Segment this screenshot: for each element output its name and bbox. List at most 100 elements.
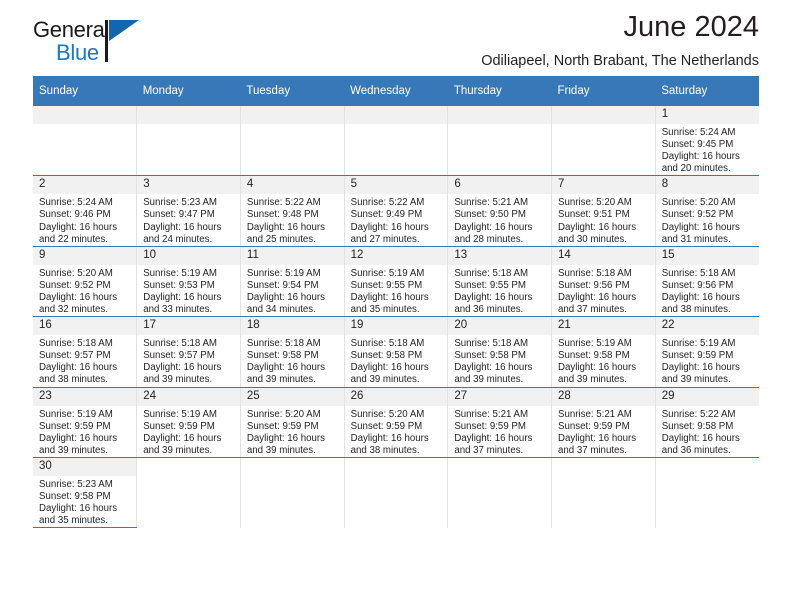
sunset-text: Sunset: 9:52 PM [39, 279, 111, 291]
daylight-text: and 24 minutes. [143, 233, 213, 245]
calendar-day-cell[interactable]: 14 Sunrise: 5:18 AM Sunset: 9:56 PM Dayligh… [551, 246, 656, 318]
calendar-day-cell[interactable]: 5 Sunrise: 5:22 AM Sunset: 9:49 PM Daylight… [344, 175, 449, 247]
day-number [448, 106, 552, 124]
sunset-text: Sunset: 9:56 PM [661, 279, 734, 291]
day-number: 21 [552, 317, 655, 336]
calendar-day-cell[interactable]: 16 Sunrise: 5:18 AM Sunset: 9:57 PM Dayligh… [33, 316, 138, 388]
calendar-cell-empty [447, 457, 553, 528]
weekday-header-row: Sunday Monday Tuesday Wednesday Thursday… [33, 76, 759, 106]
day-sun-info: Sunrise: 5:18 AM Sunset: 9:55 PM Daylight:… [448, 265, 551, 316]
calendar-cell-empty [136, 106, 241, 177]
sunset-text: Sunset: 9:59 PM [143, 420, 215, 432]
sunset-text: Sunset: 9:54 PM [246, 279, 319, 291]
daylight-text: Daylight: 16 hours [350, 291, 429, 303]
day-number: 18 [240, 317, 344, 336]
calendar-day-cell[interactable]: 27 Sunrise: 5:21 AM Sunset: 9:59 PM Dayligh… [447, 387, 553, 458]
calendar-day-cell[interactable]: 26 Sunrise: 5:20 AM Sunset: 9:59 PM Dayligh… [344, 387, 449, 458]
day-sun-info: Sunrise: 5:19 AM Sunset: 9:53 PM Daylight:… [137, 265, 240, 316]
calendar-body: 1 Sunrise: 5:24 AM Sunset: 9:45 PM Daylight… [33, 106, 759, 529]
calendar-day-cell[interactable]: 6 Sunrise: 5:21 AM Sunset: 9:50 PM Daylight… [447, 175, 553, 247]
sunset-text: Sunset: 9:59 PM [661, 350, 734, 362]
calendar-day-cell[interactable]: 3 Sunrise: 5:23 AM Sunset: 9:47 PM Daylight… [136, 175, 241, 247]
daylight-text: and 33 minutes. [143, 304, 213, 316]
daylight-text: Daylight: 16 hours [143, 221, 222, 233]
sunrise-text: Sunrise: 5:20 AM [558, 197, 632, 209]
weekday-header-saturday: Saturday [655, 76, 759, 106]
calendar-day-cell[interactable]: 17 Sunrise: 5:18 AM Sunset: 9:57 PM Dayligh… [136, 316, 241, 388]
calendar-cell-empty [344, 457, 449, 528]
calendar-day-cell[interactable]: 7 Sunrise: 5:20 AM Sunset: 9:51 PM Daylight… [551, 175, 656, 247]
calendar-day-cell[interactable]: 21 Sunrise: 5:19 AM Sunset: 9:58 PM Dayligh… [551, 316, 656, 388]
sunrise-text: Sunrise: 5:18 AM [143, 338, 217, 350]
sunset-text: Sunset: 9:58 PM [39, 490, 111, 502]
calendar-day-cell[interactable]: 23 Sunrise: 5:19 AM Sunset: 9:59 PM Dayligh… [33, 387, 138, 458]
calendar-day-cell[interactable]: 1 Sunrise: 5:24 AM Sunset: 9:45 PM Daylight… [655, 106, 759, 177]
daylight-text: Daylight: 16 hours [39, 432, 118, 444]
calendar-day-cell[interactable]: 19 Sunrise: 5:18 AM Sunset: 9:58 PM Dayligh… [344, 316, 449, 388]
calendar-cell-empty [240, 457, 345, 528]
sunrise-text: Sunrise: 5:24 AM [661, 127, 736, 138]
day-sun-info: Sunrise: 5:18 AM Sunset: 9:56 PM Daylight:… [656, 265, 759, 316]
logo-vertical-bar [105, 20, 108, 62]
sunset-text: Sunset: 9:59 PM [246, 420, 319, 432]
daylight-text: and 39 minutes. [39, 444, 108, 456]
calendar-cell-empty [447, 106, 553, 177]
calendar-day-cell[interactable]: 28 Sunrise: 5:21 AM Sunset: 9:59 PM Dayligh… [551, 387, 656, 458]
daylight-text: and 34 minutes. [246, 304, 316, 316]
daylight-text: Daylight: 16 hours [661, 221, 740, 233]
calendar-cell-empty [33, 106, 138, 177]
calendar-day-cell[interactable]: 25 Sunrise: 5:20 AM Sunset: 9:59 PM Dayligh… [240, 387, 345, 458]
daylight-text: and 39 minutes. [454, 374, 524, 386]
calendar-page: General Blue June 2024 Odiliapeel, North… [0, 0, 792, 612]
calendar-day-cell[interactable]: 9 Sunrise: 5:20 AM Sunset: 9:52 PM Daylight… [33, 246, 138, 318]
sunrise-text: Sunrise: 5:22 AM [246, 197, 321, 209]
sunrise-text: Sunrise: 5:18 AM [246, 338, 321, 350]
calendar-day-cell[interactable]: 29 Sunrise: 5:22 AM Sunset: 9:58 PM Dayligh… [655, 387, 759, 458]
daylight-text: and 38 minutes. [350, 444, 420, 456]
calendar-day-cell[interactable]: 13 Sunrise: 5:18 AM Sunset: 9:55 PM Dayligh… [447, 246, 553, 318]
daylight-text: and 37 minutes. [558, 444, 627, 456]
day-number: 28 [552, 387, 655, 406]
weekday-header-thursday: Thursday [447, 76, 552, 106]
weekday-header-tuesday: Tuesday [240, 76, 345, 106]
sunrise-text: Sunrise: 5:20 AM [350, 408, 425, 420]
daylight-text: and 39 minutes. [661, 374, 731, 386]
day-number: 23 [33, 387, 137, 406]
day-sun-info: Sunrise: 5:22 AM Sunset: 9:49 PM Daylight:… [345, 194, 448, 245]
calendar-day-cell[interactable]: 2 Sunrise: 5:24 AM Sunset: 9:46 PM Daylight… [33, 175, 138, 247]
sunrise-text: Sunrise: 5:19 AM [246, 267, 321, 279]
calendar-day-cell[interactable]: 15 Sunrise: 5:18 AM Sunset: 9:56 PM Dayligh… [655, 246, 759, 318]
day-number: 30 [33, 457, 137, 476]
daylight-text: Daylight: 16 hours [350, 362, 429, 374]
daylight-text: Daylight: 16 hours [558, 221, 637, 233]
calendar-day-cell[interactable]: 12 Sunrise: 5:19 AM Sunset: 9:55 PM Dayligh… [344, 246, 449, 318]
day-number: 12 [344, 246, 448, 265]
day-number: 17 [137, 317, 240, 336]
sunset-text: Sunset: 9:59 PM [558, 420, 630, 432]
daylight-text: and 39 minutes. [246, 444, 316, 456]
calendar-day-cell[interactable]: 18 Sunrise: 5:18 AM Sunset: 9:58 PM Dayligh… [240, 316, 345, 388]
day-sun-info: Sunrise: 5:19 AM Sunset: 9:59 PM Daylight:… [137, 406, 240, 457]
daylight-text: Daylight: 16 hours [143, 362, 222, 374]
day-number: 15 [655, 246, 759, 265]
daylight-text: and 28 minutes. [454, 233, 524, 245]
sunrise-text: Sunrise: 5:18 AM [454, 267, 529, 279]
daylight-text: Daylight: 16 hours [39, 291, 118, 303]
sunrise-text: Sunrise: 5:21 AM [558, 408, 632, 420]
calendar-day-cell[interactable]: 22 Sunrise: 5:19 AM Sunset: 9:59 PM Dayligh… [655, 316, 759, 388]
day-sun-info: Sunrise: 5:18 AM Sunset: 9:58 PM Daylight:… [448, 335, 551, 386]
day-number: 10 [137, 246, 240, 265]
calendar-day-cell[interactable]: 24 Sunrise: 5:19 AM Sunset: 9:59 PM Dayligh… [136, 387, 241, 458]
generalblue-logo[interactable]: General Blue [33, 18, 153, 70]
calendar-day-cell[interactable]: 10 Sunrise: 5:19 AM Sunset: 9:53 PM Dayligh… [136, 246, 241, 318]
day-number: 11 [240, 246, 344, 265]
calendar-day-cell[interactable]: 4 Sunrise: 5:22 AM Sunset: 9:48 PM Daylight… [240, 175, 345, 247]
calendar-day-cell[interactable]: 20 Sunrise: 5:18 AM Sunset: 9:58 PM Dayligh… [447, 316, 553, 388]
calendar-day-cell[interactable]: 30 Sunrise: 5:23 AM Sunset: 9:58 PM Dayligh… [33, 457, 138, 529]
day-number: 8 [655, 176, 759, 195]
sunset-text: Sunset: 9:47 PM [143, 209, 215, 221]
calendar-day-cell[interactable]: 8 Sunrise: 5:20 AM Sunset: 9:52 PM Daylight… [655, 175, 759, 247]
daylight-text: and 39 minutes. [143, 444, 213, 456]
day-sun-info: Sunrise: 5:20 AM Sunset: 9:52 PM Daylight:… [33, 265, 136, 316]
calendar-day-cell[interactable]: 11 Sunrise: 5:19 AM Sunset: 9:54 PM Dayligh… [240, 246, 345, 318]
